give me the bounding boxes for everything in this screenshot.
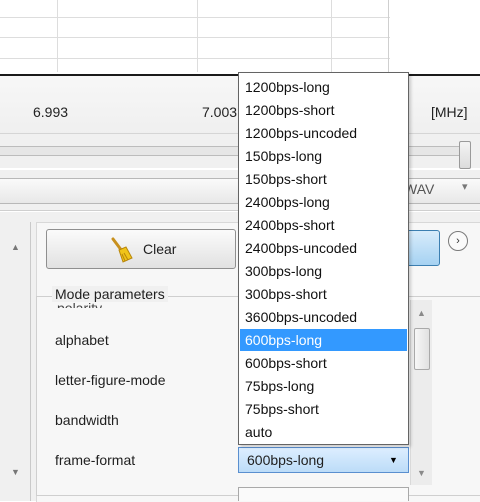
dropdown-option[interactable]: auto [240,421,407,443]
grid-line [331,0,332,72]
frame-format-value: 600bps-long [247,452,325,468]
grid-border [388,0,389,72]
dropdown-option[interactable]: 1200bps-short [240,99,407,121]
dropdown-option[interactable]: 75bps-long [240,375,407,397]
chevron-down-icon: ▼ [389,455,398,465]
dropdown-option[interactable]: 1200bps-long [240,76,407,98]
slider-thumb[interactable] [459,141,471,169]
param-label-bandwidth: bandwidth [55,412,119,428]
dropdown-option[interactable]: 300bps-short [240,283,407,305]
param-label-frame-format: frame-format [55,452,136,468]
left-scrollbar[interactable]: ▲ ▼ [0,222,31,501]
dropdown-option[interactable]: 300bps-long [240,260,407,282]
start-button[interactable] [405,230,440,266]
clear-button[interactable]: Clear [46,229,236,269]
scroll-up-icon[interactable]: ▲ [11,242,20,252]
axis-tick-label: 6.993 [33,104,69,120]
axis-tick-label: 7.003 [202,104,238,120]
dropdown-option[interactable]: 2400bps-long [240,191,407,213]
clear-button-label: Clear [143,241,177,257]
dropdown-option[interactable]: 600bps-short [240,352,407,374]
dropdown-option[interactable]: 150bps-long [240,145,407,167]
expand-circle-button[interactable]: › [448,231,468,251]
scroll-down-icon[interactable]: ▼ [417,468,426,478]
param-label-alphabet: alphabet [55,332,109,348]
scroll-down-icon[interactable]: ▼ [11,467,20,477]
scroll-up-icon[interactable]: ▲ [417,308,426,318]
dropdown-option-selected[interactable]: 600bps-long [240,329,407,351]
dropdown-option[interactable]: 2400bps-short [240,214,407,236]
grid-line [57,0,58,72]
param-label-letter-figure-mode: letter-figure-mode [55,372,166,388]
broom-icon [111,237,133,263]
parameters-scrollbar[interactable]: ▲ ▼ [410,300,432,485]
axis-unit-label: [MHz] [431,104,468,120]
scroll-thumb[interactable] [414,328,430,370]
dropdown-option[interactable]: 3600bps-uncoded [240,306,407,328]
chevron-down-icon: ▾ [462,181,468,193]
dropdown-option[interactable]: 2400bps-uncoded [240,237,407,259]
frame-format-combo[interactable]: 600bps-long ▼ [238,447,409,473]
polarity-label-clipped: polarity [57,300,103,308]
grid-line [197,0,198,72]
next-parameter-combo[interactable] [238,487,409,501]
dropdown-option[interactable]: 75bps-short [240,398,407,420]
chart-grid-area [0,0,390,72]
frame-format-dropdown-list: 1200bps-long 1200bps-short 1200bps-uncoded… [238,72,409,445]
dropdown-option[interactable]: 150bps-short [240,168,407,190]
dropdown-option[interactable]: 1200bps-uncoded [240,122,407,144]
